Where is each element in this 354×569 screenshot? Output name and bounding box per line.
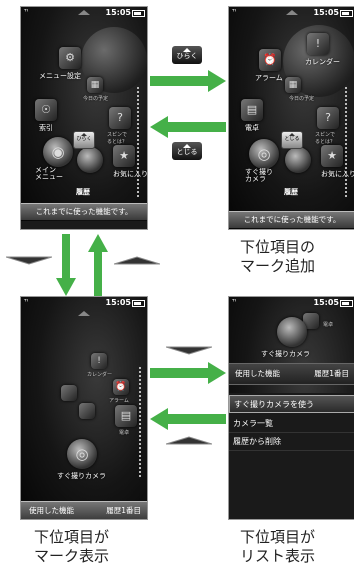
calendar-icon[interactable]: ! [91,353,107,369]
schedule-icon[interactable]: ▦ [87,77,103,93]
calculator-icon[interactable]: ▤ [115,405,137,427]
up-arrow-icon [88,234,108,296]
item-label: お気に入り [321,170,354,178]
item-label: 今日の予定 [289,96,315,102]
camera-icon[interactable] [277,317,307,347]
list-item-use-camera[interactable]: すぐ撮りカメラを使う [229,395,354,413]
antenna-icon: ᵀᴵ [232,298,236,306]
item-label: 電卓 [119,430,130,436]
status-bar: ᵀᴵ 15:05 [229,297,354,309]
item-label: スピンで るとは？ [315,132,336,145]
clock: 15:05 [313,8,339,17]
phone-screen-list: ᵀᴵ 15:05 電卓 すぐ撮りカメラ 使用した機能 履歴1番目 すぐ撮りカメラ… [228,296,354,520]
list-item-remove-history[interactable]: 履歴から削除 [229,433,354,451]
item-label: すぐ撮り カメラ [245,168,273,183]
battery-icon [340,300,353,307]
right-arrow-icon [150,362,226,384]
item-label: スピンで るとは？ [107,132,128,145]
footer-right: 履歴1番目 [106,506,141,515]
item-label: お気に入り [113,170,148,178]
option-list: すぐ撮りカメラを使う カメラ一覧 履歴から削除 [229,393,354,519]
phone-screen-lower-marks: ᵀᴵ 15:05 ! カレンダー ⏰ アラーム ▤ 電卓 ◎ すぐ撮りカメラ 使… [20,296,148,520]
antenna-icon: ᵀᴵ [24,298,28,306]
item-label: アラーム [109,398,129,404]
battery-icon [132,300,145,307]
item-label: 今日の予定 [83,96,109,102]
rotation-dots [139,367,143,477]
alarm-icon[interactable]: ⏰ [259,49,281,71]
item-label: カレンダー [305,58,340,66]
schedule-icon[interactable]: ▦ [285,77,301,93]
caption-mark-display: 下位項目が マーク表示 [34,528,110,565]
description-bar: これまでに使った機能です。 [21,203,147,220]
footer-bar: 使用した機能 履歴1番目 [21,501,147,519]
item-label: 電卓 [245,124,259,132]
list-header: 使用した機能 履歴1番目 [229,363,354,385]
down-arrow-icon [56,234,76,296]
index-icon[interactable]: ☉ [35,99,57,121]
clock: 15:05 [105,298,131,307]
item-label: アラーム [255,74,283,82]
antenna-icon: ᵀᴵ [232,8,236,16]
help-icon[interactable]: ? [109,107,131,129]
history-label: 履歴 [76,188,90,196]
scroll-up-icon[interactable] [286,10,298,15]
caption-mark-added: 下位項目の マーク追加 [240,238,316,275]
left-arrow-icon [150,408,226,430]
selected-item-label: すぐ撮りカメラ [261,350,310,358]
rotation-dots [137,87,141,197]
down-key-icon [166,346,212,355]
antenna-icon: ᵀᴵ [24,8,28,16]
phone-screen-expanded: ᵀᴵ 15:05 ! カレンダー ⏰ アラーム ▦ 今日の予定 ▤ 電卓 ? ス… [228,6,354,230]
left-arrow-icon [150,116,226,138]
clock: 15:05 [105,8,131,17]
open-badge: ひらく [172,46,202,64]
clock: 15:05 [313,298,339,307]
calculator-icon[interactable]: ▤ [241,99,263,121]
history-label: 履歴 [284,188,298,196]
header-left: 使用した機能 [235,369,280,378]
up-key-icon [166,436,212,445]
shortcut-icon-row[interactable] [21,221,147,229]
item-label: メニュー設定 [39,72,81,80]
header-right: 履歴1番目 [314,369,349,378]
favorites-icon[interactable]: ★ [113,145,135,167]
close-button[interactable]: とじる [281,131,303,149]
item-label: メイン メニュー [35,166,63,181]
decorative-icon [79,403,95,419]
menu-settings-icon[interactable]: ⚙ [59,47,81,69]
alarm-icon[interactable]: ⏰ [113,379,129,395]
selected-item-icon[interactable] [77,147,103,173]
help-icon[interactable]: ? [317,107,339,129]
calendar-icon[interactable]: ! [307,33,329,55]
item-label: 索引 [39,124,53,132]
footer-left: 使用した機能 [29,506,74,515]
camera-icon[interactable]: ◎ [67,439,97,469]
close-badge: とじる [172,142,202,160]
phone-screen-mark-only: ᵀᴵ 15:05 ⚙ メニュー設定 ▦ 今日の予定 ☉ 索引 ? スピンで ると… [20,6,148,230]
favorites-icon[interactable]: ★ [321,145,343,167]
up-key-icon [114,256,160,265]
selected-item-label: すぐ撮りカメラ [57,472,106,480]
right-arrow-icon [150,70,226,92]
list-item-camera-list[interactable]: カメラ一覧 [229,415,354,433]
decorative-icon [61,385,77,401]
selected-item-icon[interactable] [285,147,311,173]
camera-icon[interactable]: ◎ [249,139,279,169]
scroll-up-icon[interactable] [78,10,90,15]
description-bar: これまでに使った機能です。 [229,211,354,228]
battery-icon [340,10,353,17]
main-menu-icon[interactable]: ◉ [43,137,73,167]
rotation-dots [345,87,349,197]
caption-list-display: 下位項目が リスト表示 [240,528,316,565]
scroll-up-icon[interactable] [78,311,90,316]
down-key-icon [6,256,52,265]
item-label: カレンダー [87,372,113,378]
open-button[interactable]: ひらく [73,131,95,149]
status-bar: ᵀᴵ 15:05 [21,297,147,309]
item-label: 電卓 [323,322,334,328]
battery-icon [132,10,145,17]
